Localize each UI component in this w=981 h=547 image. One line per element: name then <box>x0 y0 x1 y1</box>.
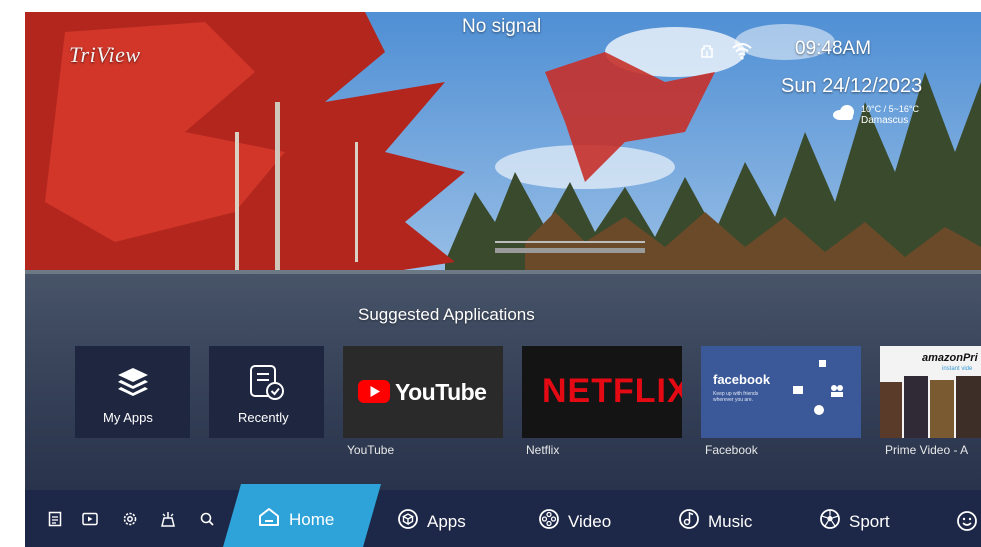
layers-icon <box>115 364 151 405</box>
my-apps-tile[interactable]: My Apps <box>75 346 190 438</box>
youtube-caption: YouTube <box>347 443 395 457</box>
netflix-app-tile[interactable]: NETFLIX <box>522 346 682 438</box>
tv-launcher: TriView No signal 09:48AM Sun 24/12/2023… <box>25 12 981 547</box>
sport-icon <box>819 508 841 535</box>
nav-music-tab[interactable]: Music <box>678 508 752 535</box>
suggested-apps-title: Suggested Applications <box>358 305 535 324</box>
smiley-icon[interactable] <box>956 510 978 537</box>
nav-apps-tab[interactable]: Apps <box>397 508 466 535</box>
recently-tile[interactable]: Recently <box>209 346 324 438</box>
nav-video-tab[interactable]: Video <box>538 508 611 535</box>
weather-widget: 10°C / 5~16°C Damascus <box>831 103 919 127</box>
netflix-caption: Netflix <box>526 443 560 457</box>
nav-video-label: Video <box>568 511 612 531</box>
cleaner-icon[interactable] <box>159 510 177 528</box>
netflix-logo-text: NETFLIX <box>542 372 682 410</box>
weather-city: Damascus <box>861 115 909 126</box>
facebook-social-icons <box>789 358 849 425</box>
prime-video-app-tile[interactable]: amazonPri instant vide <box>880 346 981 438</box>
nav-sport-label: Sport <box>849 511 890 531</box>
facebook-logo-text: facebook <box>713 372 771 387</box>
youtube-play-icon <box>358 380 390 408</box>
clock: 09:48AM <box>795 38 872 59</box>
nav-apps-label: Apps <box>427 511 466 531</box>
facebook-tagline: Keep up with friends wherever you are. <box>713 391 759 403</box>
screenshot: TriView No signal 09:48AM Sun 24/12/2023… <box>0 0 981 547</box>
settings-icon[interactable] <box>121 510 139 528</box>
prime-tagline: instant vide <box>942 366 973 372</box>
input-source-icon[interactable] <box>81 510 99 528</box>
nav-music-label: Music <box>708 511 753 531</box>
status-icons <box>699 42 753 65</box>
ethernet-icon <box>699 43 715 64</box>
nav-home-label: Home <box>289 509 335 529</box>
video-icon <box>538 508 560 535</box>
recently-label: Recently <box>238 410 289 425</box>
movie-posters <box>880 376 981 438</box>
youtube-logo-text: YouTube <box>395 379 487 405</box>
weather-temperature: 10°C / 5~16°C <box>861 104 919 114</box>
home-icon <box>257 506 281 533</box>
amazon-logo-text: amazonPri <box>922 352 978 364</box>
recent-icon <box>247 363 287 408</box>
prime-video-caption: Prime Video - A <box>885 443 969 457</box>
facebook-caption: Facebook <box>705 443 758 457</box>
brand-logo: TriView <box>69 42 141 67</box>
my-apps-label: My Apps <box>103 410 153 425</box>
signal-status: No signal <box>462 16 542 37</box>
apps-icon <box>397 508 419 535</box>
date: Sun 24/12/2023 <box>781 75 923 97</box>
nav-home-tab[interactable]: Home <box>257 506 334 533</box>
music-icon <box>678 508 700 535</box>
notes-icon[interactable] <box>46 510 64 528</box>
nav-sport-tab[interactable]: Sport <box>819 508 890 535</box>
youtube-app-tile[interactable]: YouTube <box>343 346 503 438</box>
facebook-app-tile[interactable]: facebook Keep up with friends wherever y… <box>701 346 861 438</box>
search-icon[interactable] <box>198 510 216 528</box>
cloud-icon <box>831 103 857 126</box>
wifi-icon <box>731 42 753 65</box>
